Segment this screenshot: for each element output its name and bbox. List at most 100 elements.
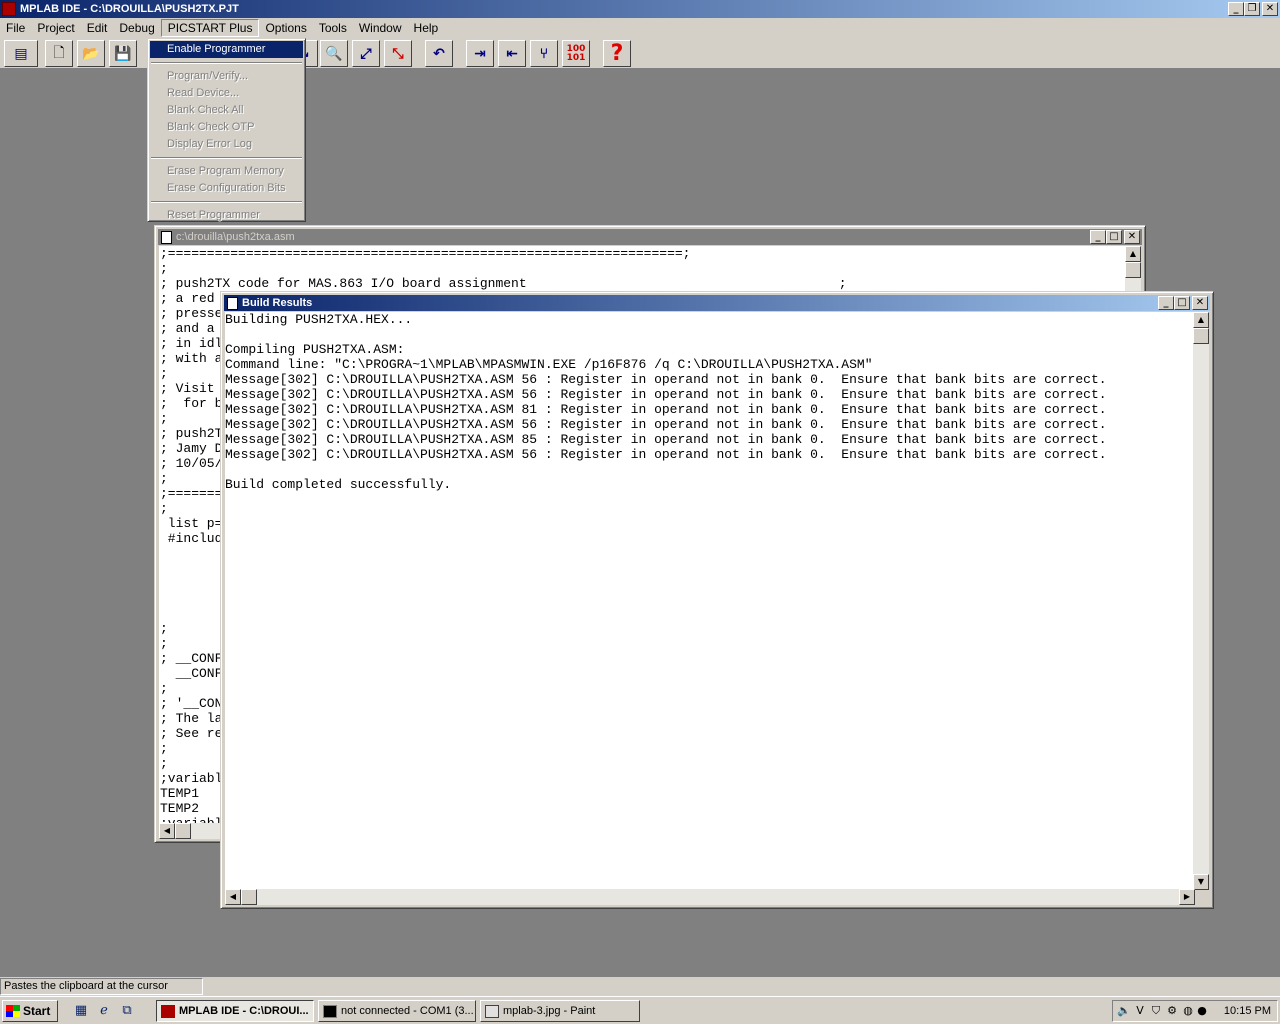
output-line: Compiling PUSH2TXA.ASM: bbox=[225, 342, 405, 357]
menu-item-erase-program-memory[interactable]: Erase Program Memory bbox=[150, 163, 303, 180]
task-label: mplab-3.jpg - Paint bbox=[503, 1005, 596, 1017]
menu-item-erase-configuration-bits[interactable]: Erase Configuration Bits bbox=[150, 180, 303, 197]
build-maximize-button[interactable]: □ bbox=[1174, 296, 1190, 310]
editor-maximize-button[interactable]: □ bbox=[1106, 230, 1122, 244]
output-line: Message[302] C:\DROUILLA\PUSH2TXA.ASM 85… bbox=[225, 432, 1107, 447]
scroll-right-icon[interactable]: ▶ bbox=[1179, 889, 1195, 905]
editor-title-bar[interactable]: c:\drouilla\push2txa.asm _ □ ✕ bbox=[158, 229, 1142, 245]
volume-icon[interactable]: 🔈 bbox=[1117, 1004, 1131, 1018]
hex-ascii-icon[interactable]: 100 101 bbox=[562, 40, 590, 67]
network-icon[interactable]: ⧉ bbox=[119, 1003, 135, 1019]
scroll-left-icon[interactable]: ◀ bbox=[225, 889, 241, 905]
project-icon[interactable]: ▤ bbox=[4, 40, 38, 67]
app-title-bar[interactable]: MPLAB IDE - C:\DROUILLA\PUSH2TX.PJT _ ❐ … bbox=[0, 0, 1280, 18]
show-desktop-icon[interactable]: ▦ bbox=[73, 1003, 89, 1019]
scroll-left-icon[interactable]: ◀ bbox=[159, 823, 175, 839]
task-mplab-ide[interactable]: MPLAB IDE - C:\DROUI... bbox=[156, 1000, 314, 1022]
output-line: Build completed successfully. bbox=[225, 477, 452, 492]
minimize-button[interactable]: _ bbox=[1228, 2, 1244, 16]
menu-separator bbox=[151, 62, 302, 64]
menu-edit[interactable]: Edit bbox=[81, 19, 114, 37]
editor-minimize-button[interactable]: _ bbox=[1090, 230, 1106, 244]
status-text: Pastes the clipboard at the cursor posit… bbox=[0, 978, 203, 1007]
scroll-thumb[interactable] bbox=[241, 889, 257, 905]
step-icon[interactable]: ⤢ bbox=[352, 40, 380, 67]
menu-window[interactable]: Window bbox=[353, 19, 408, 37]
menu-item-blank-check-otp[interactable]: Blank Check OTP bbox=[150, 119, 303, 136]
app-title-text: MPLAB IDE - C:\DROUILLA\PUSH2TX.PJT bbox=[20, 3, 239, 15]
terminal-task-icon bbox=[323, 1004, 337, 1018]
menu-picstart-plus[interactable]: PICSTART Plus bbox=[160, 19, 260, 37]
status-bar: Pastes the clipboard at the cursor posit… bbox=[0, 977, 1280, 1007]
menu-separator bbox=[151, 157, 302, 159]
scroll-thumb[interactable] bbox=[1193, 328, 1209, 344]
scroll-up-icon[interactable]: ▲ bbox=[1125, 246, 1141, 262]
build-results-window[interactable]: Build Results _ □ ✕ Building PUSH2TXA.HE… bbox=[220, 291, 1214, 909]
zoom-icon[interactable]: 🔍 bbox=[320, 40, 348, 67]
branch-icon[interactable]: ⑂ bbox=[530, 40, 558, 67]
output-line: Message[302] C:\DROUILLA\PUSH2TXA.ASM 56… bbox=[225, 417, 1107, 432]
scroll-up-icon[interactable]: ▲ bbox=[1193, 312, 1209, 328]
globe-icon[interactable]: ◍ bbox=[1181, 1004, 1195, 1018]
save-icon[interactable]: 💾 bbox=[109, 40, 137, 67]
indent-icon[interactable]: ⇥ bbox=[466, 40, 494, 67]
mplab-app-icon[interactable] bbox=[2, 2, 16, 16]
menu-item-read-device[interactable]: Read Device... bbox=[150, 85, 303, 102]
menu-item-display-error-log[interactable]: Display Error Log bbox=[150, 136, 303, 153]
scroll-thumb[interactable] bbox=[175, 823, 191, 839]
code-line: ;=======================================… bbox=[160, 246, 691, 261]
internet-explorer-icon[interactable]: ℯ bbox=[96, 1003, 112, 1019]
menu-help[interactable]: Help bbox=[408, 19, 445, 37]
menu-item-blank-check-all[interactable]: Blank Check All bbox=[150, 102, 303, 119]
menu-tools[interactable]: Tools bbox=[313, 19, 353, 37]
outdent-icon[interactable]: ⇤ bbox=[498, 40, 526, 67]
output-line: Message[302] C:\DROUILLA\PUSH2TXA.ASM 56… bbox=[225, 447, 1107, 462]
help-icon[interactable]: ? bbox=[603, 40, 631, 67]
mplab-task-icon bbox=[161, 1004, 175, 1018]
document-icon bbox=[227, 296, 238, 310]
taskbar: Start ▦ ℯ ⧉ MPLAB IDE - C:\DROUI... not … bbox=[0, 996, 1280, 1024]
scroll-thumb[interactable] bbox=[1125, 262, 1141, 278]
menu-item-reset-programmer[interactable]: Reset Programmer bbox=[150, 207, 303, 224]
output-line: Command line: "C:\PROGRA~1\MPLAB\MPASMWI… bbox=[225, 357, 873, 372]
new-file-icon[interactable]: 🗋 bbox=[45, 40, 73, 67]
build-vertical-scrollbar[interactable]: ▲ ▼ bbox=[1193, 312, 1209, 890]
build-minimize-button[interactable]: _ bbox=[1158, 296, 1174, 310]
menu-options[interactable]: Options bbox=[259, 19, 312, 37]
start-label: Start bbox=[23, 1004, 51, 1018]
task-paint[interactable]: mplab-3.jpg - Paint bbox=[480, 1000, 640, 1022]
task-hyperterminal[interactable]: not connected - COM1 (3... bbox=[318, 1000, 476, 1022]
editor-close-button[interactable]: ✕ bbox=[1124, 230, 1140, 244]
menu-item-program-verify[interactable]: Program/Verify... bbox=[150, 68, 303, 85]
editor-title: c:\drouilla\push2txa.asm bbox=[176, 231, 295, 243]
menu-project[interactable]: Project bbox=[31, 19, 80, 37]
build-close-button[interactable]: ✕ bbox=[1192, 296, 1208, 310]
task-label: MPLAB IDE - C:\DROUI... bbox=[179, 1005, 309, 1017]
start-button[interactable]: Start bbox=[2, 1000, 58, 1022]
paint-task-icon bbox=[485, 1004, 499, 1018]
build-results-title-bar[interactable]: Build Results _ □ ✕ bbox=[224, 295, 1210, 311]
task-label: not connected - COM1 (3... bbox=[341, 1005, 474, 1017]
menu-debug[interactable]: Debug bbox=[113, 19, 160, 37]
restore-button[interactable]: ❐ bbox=[1244, 2, 1260, 16]
build-output-text[interactable]: Building PUSH2TXA.HEX... Compiling PUSH2… bbox=[225, 312, 1195, 890]
windows-logo-icon bbox=[6, 1005, 20, 1017]
menu-file[interactable]: File bbox=[0, 19, 31, 37]
open-folder-icon[interactable]: 📂 bbox=[77, 40, 105, 67]
output-line: Message[302] C:\DROUILLA\PUSH2TXA.ASM 81… bbox=[225, 402, 1107, 417]
virus-scan-icon[interactable]: V bbox=[1133, 1004, 1147, 1018]
connection-icon[interactable]: ● bbox=[1195, 1004, 1209, 1018]
close-button[interactable]: ✕ bbox=[1262, 2, 1278, 16]
document-icon bbox=[161, 230, 172, 244]
menu-item-enable-programmer[interactable]: Enable Programmer bbox=[150, 41, 303, 58]
build-horizontal-scrollbar[interactable]: ◀ ▶ bbox=[225, 889, 1195, 905]
network-status-icon[interactable]: ⚙ bbox=[1165, 1004, 1179, 1018]
picstart-plus-menu: Enable Programmer Program/Verify... Read… bbox=[147, 38, 306, 222]
scroll-down-icon[interactable]: ▼ bbox=[1193, 874, 1209, 890]
step-over-icon[interactable]: ⤡ bbox=[384, 40, 412, 67]
undo-icon[interactable]: ↶ bbox=[425, 40, 453, 67]
build-results-title: Build Results bbox=[242, 297, 313, 309]
shield-icon[interactable]: ⛉ bbox=[1149, 1004, 1163, 1018]
